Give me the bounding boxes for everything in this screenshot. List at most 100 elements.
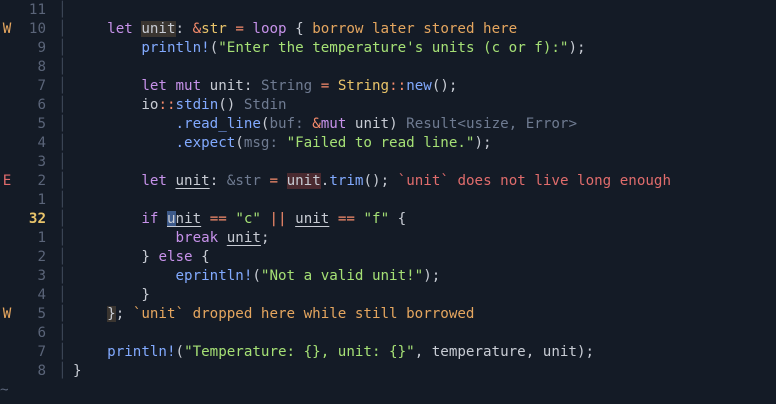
code-line[interactable]: 4 │ } xyxy=(0,286,776,305)
code-token: u xyxy=(166,211,176,227)
gutter-separator: │ xyxy=(58,116,67,132)
code-text[interactable]: .read_line(buf: &mut unit) Result<usize,… xyxy=(73,115,578,134)
code-token: unit xyxy=(286,173,321,189)
current-line-number: 32 xyxy=(28,211,46,227)
relative-line-number: 11 xyxy=(28,2,46,18)
code-text[interactable]: let mut unit: String = String::new(); xyxy=(73,77,457,96)
code-token: String xyxy=(337,78,390,94)
code-token: "Enter the temperature's units (c or f):… xyxy=(218,40,569,56)
code-token: (); xyxy=(363,173,398,189)
code-token: ( xyxy=(175,344,185,360)
code-text[interactable]: }; `unit` dropped here while still borro… xyxy=(73,305,474,324)
code-line[interactable]: W 10 │ let unit: &str = loop { borrow late… xyxy=(0,20,776,39)
code-token: unit xyxy=(141,21,176,37)
code-line[interactable]: 3 │ xyxy=(0,153,776,172)
code-text[interactable]: if unit == "c" || unit == "f" { xyxy=(73,210,406,229)
code-token: println! xyxy=(107,344,176,360)
code-line[interactable]: 4 │ .expect(msg: "Failed to read line."); xyxy=(0,134,776,153)
code-line[interactable]: 2 │ } else { xyxy=(0,248,776,267)
code-token: eprintln! xyxy=(175,268,253,284)
code-token: unit xyxy=(346,116,390,132)
code-line[interactable]: 5 │ .read_line(buf: &mut unit) Result<usi… xyxy=(0,115,776,134)
code-token: ; xyxy=(115,306,133,322)
code-text[interactable]: println!("Temperature: {}, unit: {}", te… xyxy=(73,343,594,362)
code-token: ( xyxy=(252,268,261,284)
code-line[interactable]: 7 │ println!("Temperature: {}, unit: {}",… xyxy=(0,343,776,362)
code-text[interactable]: } xyxy=(73,286,150,305)
code-token: & xyxy=(312,116,321,132)
code-token: if xyxy=(141,211,159,227)
code-token: == xyxy=(337,211,355,227)
code-token: ); xyxy=(474,135,492,151)
code-token: } xyxy=(107,306,116,322)
code-text[interactable]: } else { xyxy=(73,248,210,267)
code-text[interactable]: .expect(msg: "Failed to read line."); xyxy=(73,134,492,153)
code-token: == xyxy=(209,211,227,227)
code-line[interactable]: 8 │} xyxy=(0,362,776,381)
code-token: stdin xyxy=(175,97,219,113)
code-token: ) xyxy=(389,116,407,132)
code-token: println! xyxy=(141,40,210,56)
code-token: &str xyxy=(226,173,261,189)
code-token: ( xyxy=(235,135,244,151)
gutter-separator: │ xyxy=(58,192,67,208)
gutter-separator: │ xyxy=(58,211,67,227)
code-editor[interactable]: 11 │ W 10 │ let unit: &str = loop { borrow l… xyxy=(0,0,776,404)
relative-line-number: 4 xyxy=(37,135,46,151)
code-token: let xyxy=(141,78,167,94)
code-token: & xyxy=(192,21,202,37)
relative-line-number: 6 xyxy=(37,325,46,341)
gutter-separator: │ xyxy=(58,154,67,170)
gutter-separator: │ xyxy=(58,40,67,56)
code-line[interactable]: 6 │ xyxy=(0,324,776,343)
code-text[interactable]: let unit: &str = unit.trim(); `unit` doe… xyxy=(73,172,671,191)
code-token: loop xyxy=(252,21,287,37)
code-token: str xyxy=(201,21,227,37)
code-line[interactable]: 8 │ xyxy=(0,58,776,77)
code-text[interactable]: let unit: &str = loop { borrow later sto… xyxy=(73,20,517,39)
code-line[interactable]: 1 │ xyxy=(0,191,776,210)
gutter-separator: │ xyxy=(58,97,67,113)
code-line[interactable]: E 2 │ let unit: &str = unit.trim(); `unit`… xyxy=(0,172,776,191)
code-line[interactable]: 3 │ eprintln!("Not a valid unit!"); xyxy=(0,267,776,286)
code-line[interactable]: 9 │ println!("Enter the temperature's uni… xyxy=(0,39,776,58)
relative-line-number: 3 xyxy=(37,268,46,284)
code-token: { xyxy=(192,249,210,265)
code-token: nit xyxy=(175,211,202,227)
relative-line-number: 6 xyxy=(37,97,46,113)
relative-line-number: 5 xyxy=(37,306,46,322)
code-token: } xyxy=(141,249,159,265)
gutter-separator: │ xyxy=(58,306,67,322)
code-token: String xyxy=(260,78,313,94)
code-token: () xyxy=(218,97,244,113)
gutter-separator: │ xyxy=(58,21,67,37)
code-text[interactable]: break unit; xyxy=(73,229,270,248)
code-token: "Not a valid unit!" xyxy=(260,268,424,284)
code-line[interactable]: 32 │ if unit == "c" || unit == "f" { xyxy=(0,210,776,229)
relative-line-number: 8 xyxy=(37,363,46,379)
code-line[interactable]: W 5 │ }; `unit` dropped here while still b… xyxy=(0,305,776,324)
code-token: ( xyxy=(209,40,219,56)
code-token: "Temperature: {}, unit: {}" xyxy=(184,344,415,360)
code-token: io xyxy=(141,97,159,113)
code-line[interactable]: 6 │ io::stdin() Stdin xyxy=(0,96,776,115)
code-line[interactable]: 11 │ xyxy=(0,1,776,20)
code-token: .expect xyxy=(175,135,236,151)
code-line[interactable]: 7 │ let mut unit: String = String::new(); xyxy=(0,77,776,96)
code-text[interactable]: println!("Enter the temperature's units … xyxy=(73,39,585,58)
code-line[interactable]: 1 │ break unit; xyxy=(0,229,776,248)
code-text[interactable]: eprintln!("Not a valid unit!"); xyxy=(73,267,441,286)
code-token: unit xyxy=(175,173,210,189)
relative-line-number: 5 xyxy=(37,116,46,132)
code-token: Result<usize, Error> xyxy=(406,116,578,132)
code-text[interactable]: } xyxy=(73,362,82,381)
code-text[interactable]: io::stdin() Stdin xyxy=(73,96,286,115)
